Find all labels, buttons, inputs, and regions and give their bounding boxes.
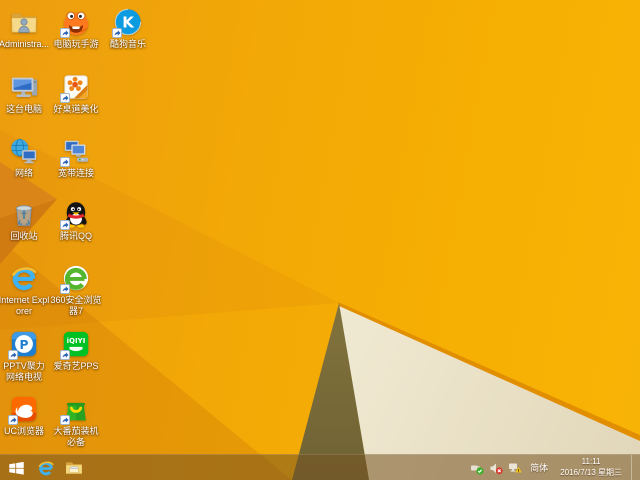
shortcut-arrow-icon bbox=[60, 157, 70, 167]
shortcut-arrow-icon bbox=[60, 220, 70, 230]
taskbar-clock[interactable]: 11:11 2016/7/13 星期三 bbox=[556, 457, 626, 478]
desktop-icon-label: 360安全浏览器7 bbox=[50, 295, 102, 316]
shortcut-arrow-icon bbox=[8, 415, 18, 425]
haozhuodao-icon bbox=[60, 72, 91, 103]
desktop-icon-pptv[interactable]: P PPTV聚力 网络电视 bbox=[0, 329, 48, 382]
pc-mobile-games-icon bbox=[60, 7, 91, 38]
desktop-icon-label: 腾讯QQ bbox=[59, 231, 92, 241]
desktop-icon-label: PPTV聚力 网络电视 bbox=[3, 361, 45, 382]
pptv-icon: P bbox=[8, 329, 39, 360]
clock-date: 2016/7/13 星期三 bbox=[560, 467, 622, 477]
usb-safe-remove-icon[interactable] bbox=[470, 461, 484, 475]
desktop-icon-internet-explorer[interactable]: Internet Explorer bbox=[0, 263, 50, 316]
desktop-icon-pc-mobile-games[interactable]: 电脑玩手游 bbox=[52, 7, 100, 50]
desktop-icon-label: 宽带连接 bbox=[57, 168, 94, 178]
shortcut-arrow-icon bbox=[60, 350, 70, 360]
desktop-icon-grid: Administra... 电脑玩手游 K 酷狗音乐这台电脑 好桌道美化网络 宽带连接回收… bbox=[0, 0, 640, 480]
broadband-icon bbox=[60, 136, 91, 167]
shortcut-arrow-icon bbox=[60, 284, 70, 294]
desktop-icon-label: 这台电脑 bbox=[5, 104, 42, 114]
desktop-icon-tomato-essentials[interactable]: 大番茄装机必备 bbox=[52, 394, 100, 447]
internet-explorer-icon bbox=[9, 263, 39, 293]
shortcut-arrow-icon bbox=[60, 93, 70, 103]
desktop-icon-this-pc[interactable]: 这台电脑 bbox=[0, 72, 48, 115]
desktop-icon-kugou-music[interactable]: K 酷狗音乐 bbox=[104, 7, 152, 50]
desktop-icon-tencent-qq[interactable]: 腾讯QQ bbox=[52, 199, 100, 242]
desktop-icon-recycle-bin[interactable]: 回收站 bbox=[0, 199, 48, 242]
desktop-icon-label: 大番茄装机必备 bbox=[53, 426, 99, 447]
show-desktop-button[interactable] bbox=[631, 454, 637, 480]
desktop-icon-label: 网络 bbox=[14, 168, 33, 178]
this-pc-icon bbox=[9, 72, 39, 102]
iqiyi-pps-icon: iQIYI bbox=[60, 329, 91, 360]
desktop-icon-uc-browser[interactable]: UC浏览器 bbox=[0, 394, 48, 437]
network-warning-icon[interactable] bbox=[508, 461, 522, 475]
kugou-music-icon: K bbox=[112, 7, 143, 38]
desktop-icon-label: Administra... bbox=[0, 39, 49, 49]
desktop-icon-label: 好桌道美化 bbox=[53, 104, 99, 114]
desktop-icon-broadband[interactable]: 宽带连接 bbox=[52, 136, 100, 179]
desktop-icon-360-browser[interactable]: 360安全浏览器7 bbox=[50, 263, 102, 316]
taskbar-file-explorer-button[interactable] bbox=[60, 455, 88, 480]
start-button[interactable] bbox=[0, 455, 32, 480]
shortcut-arrow-icon bbox=[112, 28, 122, 38]
shortcut-arrow-icon bbox=[60, 28, 70, 38]
taskbar[interactable]: 简体 11:11 2016/7/13 星期三 bbox=[0, 454, 640, 480]
tomato-essentials-icon bbox=[60, 394, 91, 425]
desktop-icon-haozhuodao[interactable]: 好桌道美化 bbox=[52, 72, 100, 115]
desktop-icon-label: 酷狗音乐 bbox=[109, 39, 146, 49]
shortcut-arrow-icon bbox=[8, 350, 18, 360]
desktop-icon-label: 回收站 bbox=[10, 231, 38, 241]
recycle-bin-icon bbox=[9, 199, 39, 229]
file-explorer-icon bbox=[66, 461, 82, 474]
tencent-qq-icon bbox=[60, 199, 91, 230]
user-folder-icon bbox=[9, 7, 39, 37]
taskbar-ie-button[interactable] bbox=[32, 455, 60, 480]
svg-text:P: P bbox=[20, 338, 29, 352]
volume-muted-icon[interactable] bbox=[489, 461, 503, 475]
360-browser-icon bbox=[60, 263, 91, 294]
svg-text:K: K bbox=[122, 14, 135, 32]
desktop-icon-label: 爱奇艺PPS bbox=[53, 361, 99, 371]
ie-taskbar-icon bbox=[38, 461, 54, 475]
clock-time: 11:11 bbox=[581, 457, 601, 467]
system-tray: 简体 11:11 2016/7/13 星期三 bbox=[470, 454, 640, 480]
desktop-icon-user-folder[interactable]: Administra... bbox=[0, 7, 49, 50]
desktop-icon-network[interactable]: 网络 bbox=[0, 136, 48, 179]
desktop-icon-label: Internet Explorer bbox=[0, 295, 50, 316]
desktop-icon-label: 电脑玩手游 bbox=[53, 39, 99, 49]
svg-text:iQIYI: iQIYI bbox=[67, 336, 86, 345]
network-icon bbox=[9, 136, 39, 166]
ime-language-indicator[interactable]: 简体 bbox=[527, 461, 551, 474]
desktop-icon-iqiyi-pps[interactable]: iQIYI 爱奇艺PPS bbox=[52, 329, 100, 372]
desktop-icon-label: UC浏览器 bbox=[4, 426, 44, 436]
windows-logo-icon bbox=[8, 461, 24, 475]
shortcut-arrow-icon bbox=[60, 415, 70, 425]
desktop[interactable]: Administra... 电脑玩手游 K 酷狗音乐这台电脑 好桌道美化网络 宽带连接回收… bbox=[0, 0, 640, 480]
uc-browser-icon bbox=[8, 394, 39, 425]
